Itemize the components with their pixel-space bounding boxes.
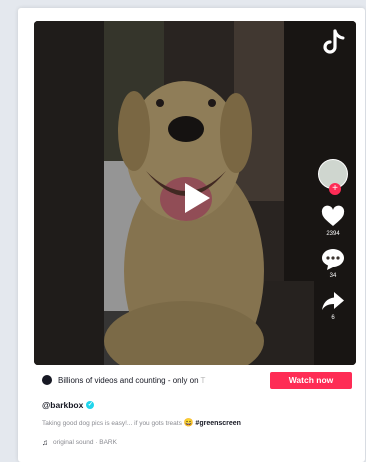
post-caption: Taking good dog pics is easy!... if you … [42,418,241,427]
hashtag-link[interactable]: #greenscreen [195,420,241,427]
username-text[interactable]: @barkbox [42,400,83,410]
share-count: 6 [331,315,335,321]
promo-banner: Billions of videos and counting - only o… [36,367,352,393]
share-button[interactable]: 6 [321,289,345,321]
like-count: 2394 [326,231,340,237]
promo-text-faded: T [200,375,206,385]
sound-info[interactable]: ♫ original sound · BARK [42,438,117,447]
tiktok-mini-logo-icon [42,375,52,385]
follow-plus-icon[interactable]: + [329,183,341,195]
action-sidebar: + 2394 34 6 [316,159,350,331]
share-icon [322,292,344,310]
comment-button[interactable]: 34 [321,247,345,279]
tiktok-embed-card: + 2394 34 6 Billions of videos and count… [18,8,365,462]
tiktok-logo-icon [323,29,345,54]
avatar[interactable]: + [318,159,348,195]
caption-text: Taking good dog pics is easy!... if you … [42,420,184,427]
watch-now-button[interactable]: Watch now [270,371,352,389]
sound-name[interactable]: original sound · BARK [53,439,117,446]
author-username[interactable]: @barkbox ✓ [42,400,95,410]
comment-icon [322,249,344,270]
grinning-emoji-icon: 😄 [183,418,194,427]
heart-icon [321,205,345,226]
play-icon[interactable] [182,181,212,215]
verified-badge-icon: ✓ [86,401,95,409]
like-button[interactable]: 2394 [321,205,345,237]
promo-text: Billions of videos and counting - only o… [58,375,199,385]
music-note-icon: ♫ [42,438,48,447]
video-player[interactable]: + 2394 34 6 [34,21,356,365]
comment-count: 34 [329,273,337,279]
